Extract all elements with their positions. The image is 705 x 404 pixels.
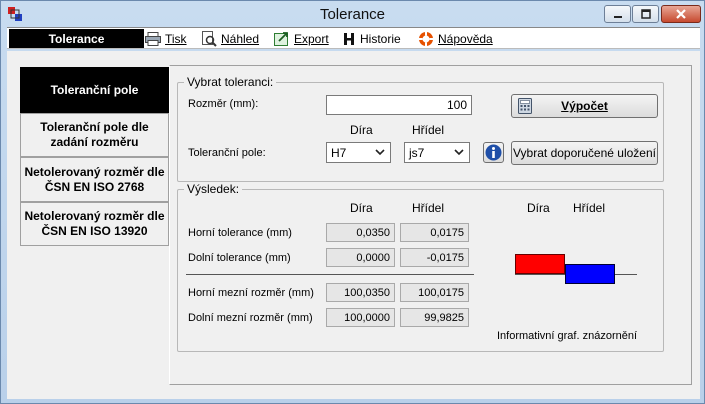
dimension-label: Rozměr (mm): [188,98,259,110]
minimize-button[interactable] [604,5,631,23]
upper-tolerance-shaft: 0,0175 [400,223,469,242]
nav-untoleranced-13920-label: Netolerovaný rozměr dle ČSN EN ISO 13920 [24,209,165,238]
graph-shaft-bar [565,264,615,284]
maximize-icon [640,9,651,19]
nav-untoleranced-2768[interactable]: Netolerovaný rozměr dle ČSN EN ISO 2768 [20,157,169,202]
help-icon [419,31,433,46]
nav-untoleranced-2768-label: Netolerovaný rozměr dle ČSN EN ISO 2768 [24,164,165,194]
calculate-button[interactable]: Výpočet [511,94,658,118]
title-bar[interactable]: Tolerance [1,1,704,27]
hole-tolerance-value: H7 [331,146,347,160]
graph-caption: Informativní graf. znázornění [497,330,638,342]
lower-tolerance-shaft: -0,0175 [400,248,469,267]
upper-limit-hole: 100,0350 [326,283,395,302]
menu-item-tolerance[interactable]: Tolerance [9,29,144,48]
client-area: Toleranční pole Toleranční pole dle zadá… [7,51,700,399]
upper-limit-shaft: 100,0175 [400,283,469,302]
chevron-down-icon [375,149,385,156]
menu-item-help-label: Nápověda [438,31,493,46]
upper-limit-label: Horní mezní rozměr (mm) [188,287,314,299]
menu-item-history-label: Historie [360,31,401,46]
menu-item-help[interactable]: Nápověda [418,28,493,49]
window-title: Tolerance [319,6,386,23]
select-tolerance-legend: Vybrat toleranci: [184,75,277,89]
shaft-tolerance-select[interactable]: js7 [404,142,470,163]
shaft-tolerance-value: js7 [409,146,425,160]
menu-item-export[interactable]: Export [274,28,329,49]
recommended-fit-button[interactable]: Vybrat doporučené uložení [511,141,658,165]
menu-bar: Tolerance Tisk Náhled Export Historie Ná… [7,27,700,49]
menu-item-history[interactable]: Historie [342,28,401,49]
lower-limit-label: Dolní mezní rozměr (mm) [188,312,313,324]
select-tolerance-group: Vybrat toleranci: Rozměr (mm): 100 Výpoč… [177,75,664,182]
graph-col-shaft: Hřídel [573,201,606,215]
nav-tolerance-by-dimension-label: Toleranční pole dle zadání rozměru [40,120,149,149]
result-legend: Výsledek: [184,182,243,196]
maximize-button[interactable] [632,5,659,23]
menu-item-preview-label: Náhled [221,31,260,46]
upper-tolerance-hole: 0,0350 [326,223,395,242]
nav-untoleranced-13920[interactable]: Netolerovaný rozměr dle ČSN EN ISO 13920 [20,202,169,246]
history-icon [344,32,354,45]
menu-item-print-label: Tisk [165,31,187,46]
lower-limit-hole: 100,0000 [326,308,395,327]
minimize-icon [613,16,622,18]
chevron-down-icon [454,149,464,156]
close-icon [676,9,686,19]
result-group: Výsledek: Díra Hřídel Horní tolerance (m… [177,182,664,352]
menu-item-print[interactable]: Tisk [145,28,187,49]
graph-hole-bar [515,254,565,274]
lower-tolerance-label: Dolní tolerance (mm) [188,252,291,264]
upper-tolerance-label: Horní tolerance (mm) [188,227,292,239]
hole-tolerance-select[interactable]: H7 [326,142,391,163]
close-button[interactable] [661,5,701,23]
nav-tolerance-field[interactable]: Toleranční pole [20,67,169,113]
result-col-shaft: Hřídel [412,201,445,215]
select-col-shaft: Hřídel [412,123,445,137]
calculate-button-label: Výpočet [561,99,608,113]
menu-item-preview[interactable]: Náhled [201,28,259,49]
select-col-hole: Díra [350,123,373,137]
calculator-icon [518,98,532,114]
app-window: Tolerance Tolerance Tisk Náhled Export H… [0,0,705,404]
lower-tolerance-hole: 0,0000 [326,248,395,267]
graph-col-hole: Díra [527,201,550,215]
export-icon [274,31,288,46]
info-icon [485,144,502,161]
preview-icon [202,30,217,47]
printer-icon [145,31,161,46]
recommended-fit-button-label: Vybrat doporučené uložení [513,146,656,160]
main-panel: Vybrat toleranci: Rozměr (mm): 100 Výpoč… [169,65,692,385]
dimension-input[interactable]: 100 [326,95,472,115]
tolerance-field-label: Toleranční pole: [188,147,266,159]
nav-tolerance-field-label: Toleranční pole [50,82,139,97]
result-col-hole: Díra [350,201,373,215]
menu-item-export-label: Export [294,31,329,46]
nav-tolerance-by-dimension[interactable]: Toleranční pole dle zadání rozměru [20,113,169,157]
result-divider [186,274,474,275]
info-button[interactable] [483,142,504,163]
lower-limit-shaft: 99,9825 [400,308,469,327]
